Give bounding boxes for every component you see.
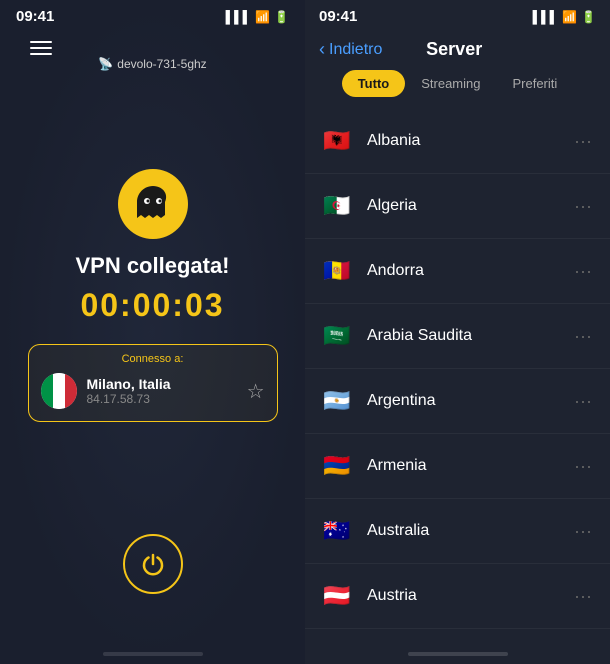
andorra-flag: 🇦🇩 (319, 253, 355, 289)
right-wifi-icon: 📶 (562, 10, 577, 24)
wifi-icon: 📶 (255, 10, 270, 24)
argentina-flag: 🇦🇷 (319, 383, 355, 419)
server-item-austria[interactable]: 🇦🇹 Austria ··· (305, 564, 610, 629)
connection-info: Milano, Italia 84.17.58.73 (87, 376, 237, 406)
server-list: 🇦🇱 Albania ··· 🇩🇿 Algeria ··· 🇦🇩 Andorra… (305, 109, 610, 644)
austria-flag: 🇦🇹 (319, 578, 355, 614)
vpn-status-label: VPN collegata! (75, 253, 229, 279)
austria-more-button[interactable]: ··· (570, 582, 596, 611)
tab-preferiti[interactable]: Preferiti (496, 70, 573, 97)
power-button-wrap (123, 534, 183, 594)
flag-green (41, 373, 53, 409)
algeria-flag: 🇩🇿 (319, 188, 355, 224)
signal-icon: ▌▌▌ (226, 10, 252, 24)
algeria-name: Algeria (367, 197, 570, 215)
power-icon (141, 552, 165, 576)
algeria-more-button[interactable]: ··· (570, 192, 596, 221)
connection-label: Connesso a: (41, 353, 265, 365)
server-item-albania[interactable]: 🇦🇱 Albania ··· (305, 109, 610, 174)
tab-streaming[interactable]: Streaming (405, 70, 496, 97)
right-status-bar: 09:41 ▌▌▌ 📶 🔋 (305, 0, 610, 33)
australia-more-button[interactable]: ··· (570, 517, 596, 546)
tab-tutto[interactable]: Tutto (342, 70, 406, 97)
left-time: 09:41 (16, 8, 54, 25)
australia-name: Australia (367, 522, 570, 540)
flag-red (65, 373, 77, 409)
back-button[interactable]: ‹ Indietro (319, 39, 382, 60)
right-header: ‹ Indietro Server (305, 33, 610, 70)
right-battery-icon: 🔋 (581, 10, 596, 24)
battery-icon: 🔋 (274, 10, 289, 24)
left-top-row (0, 33, 305, 57)
andorra-more-button[interactable]: ··· (570, 257, 596, 286)
connection-ip: 84.17.58.73 (87, 392, 237, 406)
connection-city: Milano, Italia (87, 376, 237, 392)
albania-name: Albania (367, 132, 570, 150)
armenia-name: Armenia (367, 457, 570, 475)
arabia-saudita-name: Arabia Saudita (367, 327, 570, 345)
vpn-timer: 00:00:03 (80, 287, 224, 324)
argentina-more-button[interactable]: ··· (570, 387, 596, 416)
hamburger-line-1 (30, 41, 52, 43)
australia-flag: 🇦🇺 (319, 513, 355, 549)
connection-box: Connesso a: Milano, Italia 84.17.58.73 ☆ (28, 344, 278, 422)
ghost-icon (131, 182, 175, 226)
hamburger-line-2 (30, 47, 52, 49)
right-time: 09:41 (319, 8, 357, 25)
italy-flag (41, 373, 77, 409)
server-item-australia[interactable]: 🇦🇺 Australia ··· (305, 499, 610, 564)
server-item-armenia[interactable]: 🇦🇲 Armenia ··· (305, 434, 610, 499)
argentina-name: Argentina (367, 392, 570, 410)
filter-tabs: Tutto Streaming Preferiti (305, 70, 610, 109)
left-status-bar: 09:41 ▌▌▌ 📶 🔋 (0, 0, 305, 33)
server-item-argentina[interactable]: 🇦🇷 Argentina ··· (305, 369, 610, 434)
hamburger-line-3 (30, 53, 52, 55)
cyberghost-logo (118, 169, 188, 239)
right-status-icons: ▌▌▌ 📶 🔋 (533, 10, 596, 24)
andorra-name: Andorra (367, 262, 570, 280)
server-panel: 09:41 ▌▌▌ 📶 🔋 ‹ Indietro Server Tutto St… (305, 0, 610, 664)
favorite-button[interactable]: ☆ (247, 379, 265, 404)
arabia-saudita-more-button[interactable]: ··· (570, 322, 596, 351)
flag-white (53, 373, 65, 409)
bahamas-flag: 🇧🇸 (319, 643, 355, 644)
power-button[interactable] (123, 534, 183, 594)
albania-flag: 🇦🇱 (319, 123, 355, 159)
right-signal-icon: ▌▌▌ (533, 10, 559, 24)
server-item-arabia-saudita[interactable]: 🇸🇦 Arabia Saudita ··· (305, 304, 610, 369)
server-item-algeria[interactable]: 🇩🇿 Algeria ··· (305, 174, 610, 239)
server-panel-title: Server (426, 39, 482, 60)
armenia-flag: 🇦🇲 (319, 448, 355, 484)
arabia-saudita-flag: 🇸🇦 (319, 318, 355, 354)
left-main-content: VPN collegata! 00:00:03 Connesso a: Mila… (28, 57, 278, 534)
back-chevron-icon: ‹ (319, 39, 325, 60)
armenia-more-button[interactable]: ··· (570, 452, 596, 481)
connection-details: Milano, Italia 84.17.58.73 ☆ (41, 373, 265, 409)
back-label: Indietro (329, 41, 382, 59)
right-bottom-bar (408, 652, 508, 656)
albania-more-button[interactable]: ··· (570, 127, 596, 156)
server-item-andorra[interactable]: 🇦🇩 Andorra ··· (305, 239, 610, 304)
vpn-panel: 09:41 ▌▌▌ 📶 🔋 📡 devolo-731-5ghz (0, 0, 305, 664)
austria-name: Austria (367, 587, 570, 605)
hamburger-button[interactable] (30, 41, 52, 55)
left-status-icons: ▌▌▌ 📶 🔋 (226, 10, 289, 24)
server-item-bahamas[interactable]: 🇧🇸 Bahamas ··· (305, 629, 610, 644)
